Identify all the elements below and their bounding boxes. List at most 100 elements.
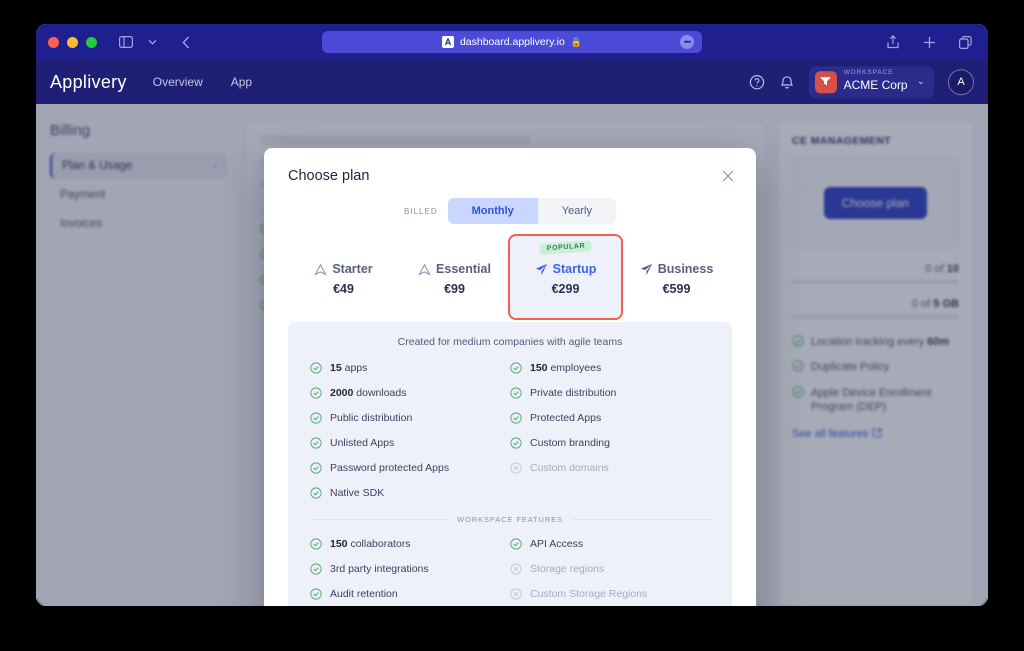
feature-item: API Access <box>510 538 710 550</box>
plan-name-row: Starter <box>288 262 399 276</box>
feature-label: Custom domains <box>530 462 609 474</box>
plan-name-row: Essential <box>399 262 510 276</box>
check-icon <box>310 538 322 550</box>
check-icon <box>310 412 322 424</box>
feature-strong: 15 <box>330 362 342 374</box>
site-favicon: A <box>441 36 454 48</box>
feature-label: Custom Storage Regions <box>530 588 648 600</box>
tab-monthly[interactable]: Monthly <box>447 198 538 224</box>
page-body: Billing Plan & Usage › Payment Invoices <box>36 104 988 606</box>
close-icon[interactable] <box>720 168 736 184</box>
plan-features-columns: 15 apps 2000 downloads Public distributi… <box>310 362 710 499</box>
modal-title: Choose plan <box>288 168 370 184</box>
check-icon <box>310 487 322 499</box>
excluded-icon <box>510 588 522 600</box>
workspace-logo-icon <box>814 70 837 93</box>
feature-text: collaborators <box>347 538 411 550</box>
feature-item: 150 collaborators <box>310 538 510 550</box>
browser-toolbar-actions <box>882 31 976 53</box>
workspace-selector[interactable]: WORKSPACE ACME Corp ⌄ <box>808 66 934 98</box>
browser-titlebar: A dashboard.applivery.io 🔒 ••• <box>36 24 988 60</box>
nav-link-apps[interactable]: App <box>231 75 252 89</box>
excluded-icon <box>510 462 522 474</box>
feature-label: 150 collaborators <box>330 538 411 550</box>
address-bar[interactable]: A dashboard.applivery.io 🔒 ••• <box>322 31 702 53</box>
share-icon[interactable] <box>882 31 904 53</box>
workspace-features-left: 150 collaborators 3rd party integrations… <box>310 538 510 606</box>
more-icon[interactable]: ••• <box>680 35 694 49</box>
feature-item-excluded: Custom domains <box>510 462 710 474</box>
bell-icon[interactable] <box>779 74 795 90</box>
maximize-window-button[interactable] <box>86 36 97 48</box>
app-navbar: Applivery Overview App WORKSPACE ACME Co… <box>36 60 988 104</box>
plus-icon[interactable] <box>918 31 940 53</box>
divider-line <box>572 519 710 520</box>
check-icon <box>510 437 522 449</box>
close-window-button[interactable] <box>48 36 59 48</box>
check-icon <box>510 362 522 374</box>
billing-period-toggle: BILLED Monthly Yearly <box>288 198 732 224</box>
plan-selector: Starter €49 Essential €99 POPULAR Startu… <box>288 234 732 322</box>
divider-line <box>310 519 448 520</box>
nav-link-overview[interactable]: Overview <box>153 75 203 89</box>
workspace-features-right: API Access Storage regions Custom Storag… <box>510 538 710 606</box>
plan-price: €99 <box>444 282 465 296</box>
chevron-down-icon[interactable]: ⌄ <box>917 76 925 87</box>
sidebar-toggle-icon[interactable] <box>115 31 137 53</box>
chevron-down-icon[interactable] <box>141 31 163 53</box>
check-icon <box>310 387 322 399</box>
workspace-kicker: WORKSPACE <box>843 69 894 77</box>
feature-label: Password protected Apps <box>330 462 450 474</box>
feature-strong: 150 <box>330 538 348 550</box>
feature-item: 15 apps <box>310 362 510 374</box>
paper-plane-outline-icon <box>314 263 328 275</box>
plan-price: €299 <box>551 282 580 296</box>
feature-item-excluded: Custom Storage Regions <box>510 588 710 600</box>
feature-label: 15 apps <box>330 362 367 374</box>
plan-name: Essential <box>436 262 491 276</box>
workspace-features-divider: WORKSPACE FEATURES <box>310 515 710 524</box>
check-icon <box>310 588 322 600</box>
minimize-window-button[interactable] <box>67 36 78 48</box>
help-icon[interactable] <box>749 74 765 90</box>
feature-item-excluded: Storage regions <box>510 563 710 575</box>
plan-option-starter[interactable]: Starter €49 <box>288 244 399 322</box>
check-icon <box>310 362 322 374</box>
plan-option-business[interactable]: Business €599 <box>621 244 732 322</box>
nav-links: Overview App <box>153 75 252 89</box>
feature-item: Audit retention <box>310 588 510 600</box>
check-icon <box>310 437 322 449</box>
plan-option-startup[interactable]: POPULAR Startup €299 <box>508 234 623 320</box>
window-controls <box>48 36 97 48</box>
plan-option-essential[interactable]: Essential €99 <box>399 244 510 322</box>
billed-label: BILLED <box>404 206 438 216</box>
feature-label: Custom branding <box>530 437 610 449</box>
feature-label: Protected Apps <box>530 412 602 424</box>
lock-icon: 🔒 <box>570 36 583 47</box>
feature-text: apps <box>341 362 368 374</box>
check-icon <box>310 462 322 474</box>
feature-label: 150 employees <box>530 362 601 374</box>
avatar[interactable]: A <box>948 68 974 95</box>
app-logo[interactable]: Applivery <box>50 72 127 93</box>
check-icon <box>510 412 522 424</box>
feature-label: Unlisted Apps <box>330 437 395 449</box>
feature-label: Private distribution <box>530 387 617 399</box>
paper-plane-filled-icon <box>535 263 547 275</box>
feature-text: employees <box>547 362 602 374</box>
plan-tagline: Created for medium companies with agile … <box>397 336 623 348</box>
back-chevron-icon[interactable] <box>175 31 197 53</box>
tabs-icon[interactable] <box>954 31 976 53</box>
workspace-features-label: WORKSPACE FEATURES <box>457 515 563 524</box>
excluded-icon <box>510 563 522 575</box>
feature-label: Native SDK <box>330 487 385 499</box>
feature-item: 2000 downloads <box>310 387 510 399</box>
feature-strong: 2000 <box>330 387 354 399</box>
paper-plane-filled-icon <box>640 263 652 275</box>
plan-name: Startup <box>552 262 597 276</box>
feature-item: Private distribution <box>510 387 710 399</box>
feature-item: Password protected Apps <box>310 462 510 474</box>
tab-yearly[interactable]: Yearly <box>538 198 616 224</box>
feature-label: Storage regions <box>530 563 605 575</box>
plan-features-right: 150 employees Private distribution Prote… <box>510 362 710 499</box>
